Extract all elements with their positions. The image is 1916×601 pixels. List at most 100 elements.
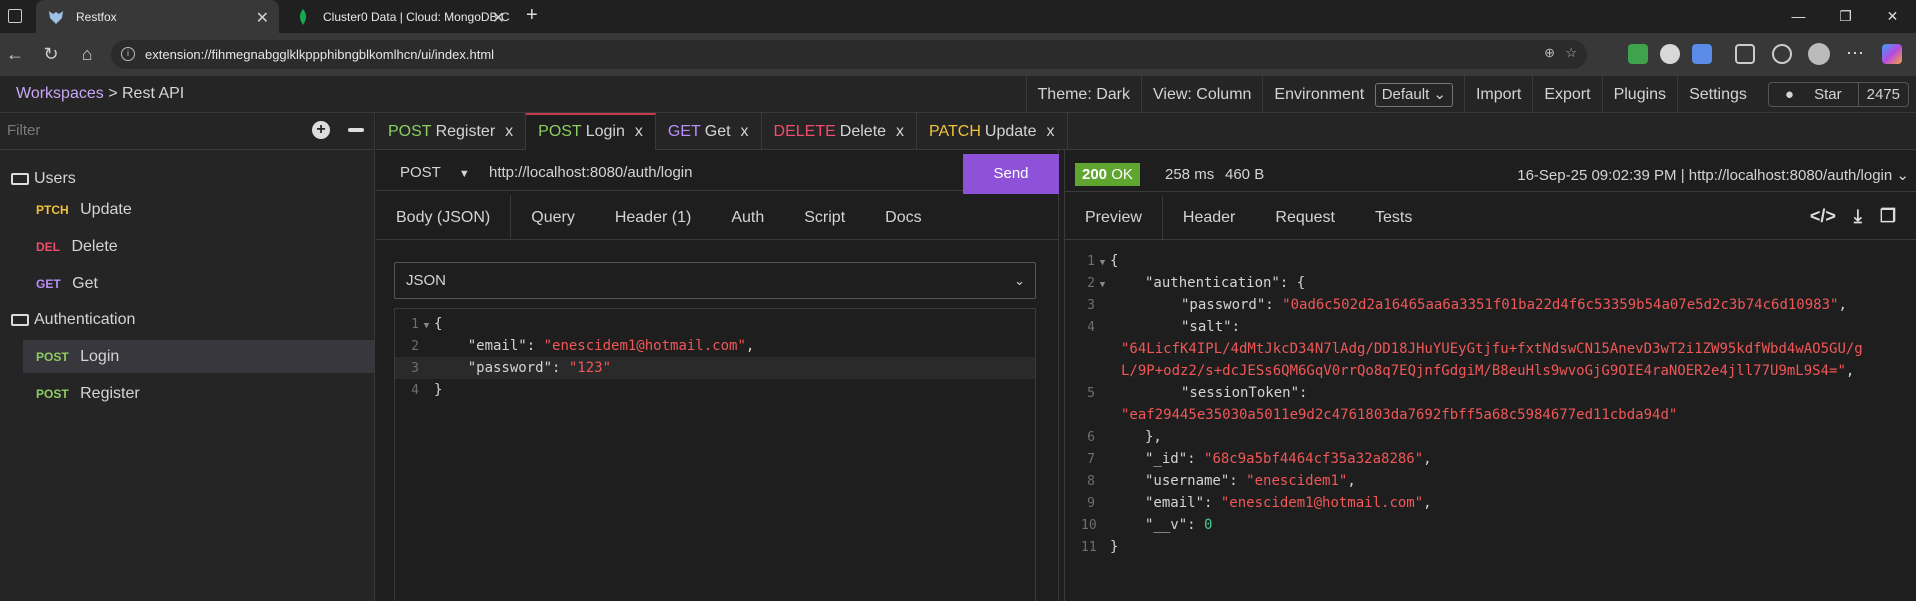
tab-actions-icon[interactable] — [8, 9, 22, 23]
site-info-icon[interactable]: i — [121, 47, 135, 61]
tab-script[interactable]: Script — [784, 195, 865, 239]
method-badge: POST — [36, 350, 69, 364]
environment-select[interactable]: Default ⌄ — [1374, 83, 1453, 107]
fold-icon[interactable]: ▼ — [1095, 274, 1110, 296]
mongodb-favicon-icon — [295, 8, 311, 25]
send-button[interactable]: Send — [963, 154, 1059, 194]
tab-label: Register — [435, 123, 496, 140]
tab-auth[interactable]: Auth — [711, 195, 784, 239]
tab-body-json[interactable]: Body (JSON) — [376, 195, 512, 239]
extensions-icon[interactable] — [1735, 44, 1755, 64]
extension-icon[interactable] — [1660, 44, 1680, 64]
tab-label: Update — [984, 123, 1037, 140]
tab-header[interactable]: Header (1) — [595, 195, 711, 239]
status-text: OK — [1111, 166, 1133, 183]
more-menu-icon[interactable]: ⋯ — [1846, 44, 1866, 64]
shield-extension-icon[interactable] — [1628, 44, 1648, 64]
collapse-all-icon[interactable] — [348, 128, 364, 132]
method-badge: GET — [36, 277, 61, 291]
close-tab-icon[interactable]: ✕ — [256, 8, 269, 28]
restore-icon[interactable]: ❐ — [1822, 0, 1869, 33]
code-line: L/9P+odz2/s+dcJESs6QM6GqV0rrQo8q7EQjnfGd… — [1121, 363, 1855, 379]
tab-get[interactable]: GET Get x — [656, 113, 762, 150]
response-body: 1 ▼{ 2 ▼ "authentication": { 3 "password": "… — [1081, 250, 1911, 558]
response-status-row: 200 OK 258 ms 460 B 16-Sep-25 09:02:39 P… — [1065, 154, 1916, 192]
zoom-icon[interactable]: ⊕ — [1544, 45, 1555, 61]
sidebar-item-delete[interactable]: DEL Delete — [0, 230, 374, 263]
tab-update[interactable]: PATCH Update x — [917, 113, 1068, 150]
tab-delete[interactable]: DELETE Delete x — [762, 113, 918, 150]
view-button[interactable]: View: Column — [1141, 76, 1262, 113]
response-actions: </> ⤓ ❐ — [1810, 206, 1896, 227]
sidebar-item-get[interactable]: GET Get — [0, 267, 374, 300]
download-icon[interactable]: ⤓ — [1854, 206, 1862, 227]
copy-icon[interactable]: ❐ — [1880, 206, 1896, 227]
tab-preview[interactable]: Preview — [1065, 196, 1163, 239]
method-badge: DEL — [36, 240, 60, 254]
status-badge: 200 OK — [1075, 163, 1140, 186]
response-pane: 200 OK 258 ms 460 B 16-Sep-25 09:02:39 P… — [1064, 150, 1916, 601]
performance-icon[interactable] — [1772, 44, 1792, 64]
fold-icon[interactable]: ▼ — [419, 315, 434, 337]
theme-button[interactable]: Theme: Dark — [1025, 76, 1141, 113]
plugins-button[interactable]: Plugins — [1601, 76, 1677, 113]
tab-response-header[interactable]: Header — [1163, 196, 1255, 239]
url-field[interactable]: i extension://fihmegnabgglklkppphibngblk… — [111, 40, 1587, 69]
close-window-icon[interactable]: ✕ — [1869, 0, 1916, 33]
minimize-icon[interactable]: — — [1775, 0, 1822, 33]
close-tab-icon[interactable]: ✕ — [492, 8, 505, 28]
tab-register[interactable]: POST Register x — [376, 113, 527, 150]
fold-icon[interactable]: ▼ — [1095, 252, 1110, 274]
tab-method: POST — [388, 123, 432, 140]
chevron-down-icon: ⌄ — [1014, 273, 1025, 288]
import-button[interactable]: Import — [1463, 76, 1532, 113]
tab-tests[interactable]: Tests — [1355, 196, 1432, 239]
browser-tab-title: Cluster0 Data | Cloud: MongoDB C — [323, 9, 510, 24]
close-icon[interactable]: x — [635, 123, 643, 140]
method-select[interactable]: POST ▼ — [400, 164, 470, 181]
back-icon[interactable]: ← — [4, 43, 26, 65]
browser-tab-restfox[interactable]: Restfox ✕ — [36, 0, 279, 33]
code-line: 3 "password": "123" — [395, 357, 1035, 379]
browser-tab-mongodb[interactable]: Cluster0 Data | Cloud: MongoDB C ✕ — [283, 0, 515, 33]
body-type-select[interactable]: JSON ⌄ — [394, 262, 1036, 299]
close-icon[interactable]: x — [741, 123, 749, 140]
extension-icon[interactable] — [1692, 44, 1712, 64]
tab-login[interactable]: POST Login x — [526, 113, 656, 150]
export-button[interactable]: Export — [1532, 76, 1601, 113]
close-icon[interactable]: x — [896, 123, 904, 140]
sidebar-item-login[interactable]: POST Login — [23, 340, 374, 373]
url-text: extension://fihmegnabgglklkppphibngblkom… — [145, 47, 495, 62]
request-body-editor[interactable]: 1 ▼{ 2 "email": "enescidem1@hotmail.com",… — [394, 308, 1036, 601]
close-icon[interactable]: x — [1047, 123, 1055, 140]
sidebar-folder-users[interactable]: Users — [0, 162, 374, 195]
tab-request[interactable]: Request — [1255, 196, 1355, 239]
github-star-button[interactable]: ● Star 2475 — [1767, 82, 1909, 107]
profile-avatar[interactable] — [1808, 43, 1830, 65]
add-item-icon[interactable]: + — [312, 121, 330, 139]
sidebar-item-register[interactable]: POST Register — [0, 377, 374, 410]
sidebar-item-label: Update — [80, 201, 132, 218]
sidebar-item-update[interactable]: PTCH Update — [0, 193, 374, 226]
window-controls: — ❐ ✕ — [1775, 0, 1916, 33]
request-url-input[interactable]: http://localhost:8080/auth/login — [489, 164, 692, 181]
star-label: Star — [1814, 86, 1842, 103]
sidebar-folder-authentication[interactable]: Authentication — [0, 303, 374, 336]
tab-method: DELETE — [773, 123, 836, 140]
tab-query[interactable]: Query — [511, 195, 595, 239]
code-icon[interactable]: </> — [1810, 206, 1836, 227]
home-icon[interactable]: ⌂ — [76, 43, 98, 65]
response-history-value: 16-Sep-25 09:02:39 PM | http://localhost… — [1517, 167, 1893, 184]
tab-docs[interactable]: Docs — [865, 195, 941, 239]
reload-icon[interactable]: ↻ — [40, 43, 62, 65]
sidebar-item-label: Login — [80, 348, 120, 365]
close-icon[interactable]: x — [505, 123, 513, 140]
code-line: 3 "password": "0ad6c502d2a16465aa6a3351f0… — [1087, 297, 1847, 313]
settings-button[interactable]: Settings — [1677, 76, 1758, 113]
filter-input[interactable]: Filter — [7, 122, 40, 139]
response-history-select[interactable]: 16-Sep-25 09:02:39 PM | http://localhost… — [1517, 166, 1909, 184]
workspaces-link[interactable]: Workspaces — [16, 85, 104, 102]
copilot-icon[interactable] — [1882, 44, 1902, 64]
favorite-icon[interactable]: ☆ — [1565, 45, 1577, 61]
new-tab-icon[interactable]: + — [526, 4, 538, 27]
